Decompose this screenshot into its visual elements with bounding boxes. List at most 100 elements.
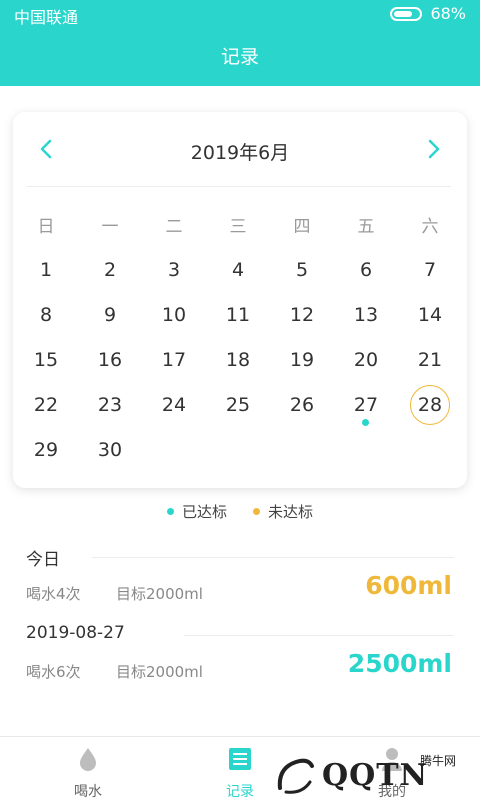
legend-reached-label: 已达标 [181, 502, 227, 521]
calendar-day[interactable]: 27 [334, 382, 398, 427]
calendar-day-number: 7 [423, 258, 437, 281]
tab-drink-water[interactable]: 喝水 [28, 737, 148, 800]
weekday-label: 六 [421, 217, 439, 237]
calendar-day-number: 11 [225, 303, 251, 326]
calendar-month-title: 2019年6月 [190, 142, 290, 164]
calendar-day[interactable]: 2 [78, 247, 142, 292]
calendar-day[interactable]: 29 [14, 427, 78, 472]
calendar-day-number: 15 [33, 348, 59, 371]
calendar-day-number: 18 [225, 348, 251, 371]
calendar-day[interactable]: 18 [206, 337, 270, 382]
record-divider [92, 557, 454, 558]
calendar-week-row: 22 23 24 25 26 27 28 [14, 382, 462, 427]
calendar-day-number: 21 [417, 348, 443, 371]
calendar-day[interactable]: 7 [398, 247, 462, 292]
calendar-day[interactable]: 15 [14, 337, 78, 382]
calendar-day[interactable]: 25 [206, 382, 270, 427]
calendar-day-number: 5 [295, 258, 309, 281]
watermark-logo: QQTN 腾牛网 [272, 746, 480, 800]
calendar-day[interactable]: 28 [398, 382, 462, 427]
record-title: 今日 [26, 550, 60, 570]
calendar-day[interactable]: 14 [398, 292, 462, 337]
calendar-day-number: 2 [103, 258, 117, 281]
calendar-day[interactable]: 16 [78, 337, 142, 382]
calendar-day[interactable]: 17 [142, 337, 206, 382]
battery-icon [390, 6, 423, 21]
calendar-header: 2019年6月 [13, 112, 467, 186]
calendar-empty-cell [270, 427, 334, 472]
calendar-legend: 已达标 未达标 [0, 500, 480, 522]
app-header: 中国联通 68% 记录 [0, 0, 480, 86]
not-reached-dot-icon [253, 507, 260, 515]
calendar-day-number: 3 [167, 258, 181, 281]
calendar-day[interactable]: 22 [14, 382, 78, 427]
calendar-day-number: 16 [97, 348, 123, 371]
calendar-week-row: 29 30 [14, 427, 462, 472]
calendar-day[interactable]: 26 [270, 382, 334, 427]
calendar-day[interactable]: 9 [78, 292, 142, 337]
weekday-label: 四 [293, 217, 311, 237]
calendar-day-number: 1 [39, 258, 53, 281]
calendar-day-number: 24 [161, 393, 187, 416]
calendar-day-number: 29 [33, 438, 59, 461]
record-amount: 600ml [365, 571, 452, 600]
calendar-day[interactable]: 6 [334, 247, 398, 292]
weekday-label: 五 [357, 217, 375, 237]
calendar-day[interactable]: 1 [14, 247, 78, 292]
water-drop-icon [75, 746, 101, 772]
chevron-right-icon [428, 139, 440, 159]
calendar-empty-cell [398, 427, 462, 472]
calendar-day[interactable]: 23 [78, 382, 142, 427]
calendar-day[interactable]: 19 [270, 337, 334, 382]
reached-dot-icon [362, 419, 369, 426]
next-month-button[interactable] [417, 132, 451, 166]
calendar-day-number: 25 [225, 393, 251, 416]
calendar-day[interactable]: 11 [206, 292, 270, 337]
calendar-day-number: 6 [359, 258, 373, 281]
calendar-day[interactable]: 12 [270, 292, 334, 337]
calendar-day[interactable]: 20 [334, 337, 398, 382]
battery-status: 68% [390, 4, 466, 23]
page-title: 记录 [220, 46, 259, 68]
calendar-grid: 日 一 二 三 四 五 六 1 2 3 4 5 6 7 8 9 10 11 12 13 14 15 16 17 1… [14, 202, 462, 472]
weekday-label: 一 [101, 217, 119, 237]
calendar-week-row: 1 2 3 4 5 6 7 [14, 247, 462, 292]
record-title: 2019-08-27 [26, 623, 125, 643]
record-drink-count: 喝水6次 [26, 663, 81, 681]
legend-not-reached-label: 未达标 [268, 502, 314, 521]
tab-label: 喝水 [74, 784, 102, 800]
calendar-day[interactable]: 3 [142, 247, 206, 292]
calendar-day[interactable]: 5 [270, 247, 334, 292]
calendar-day-number: 17 [161, 348, 187, 371]
record-target: 目标2000ml [116, 585, 203, 603]
weekday-row: 日 一 二 三 四 五 六 [14, 202, 462, 247]
watermark-swirl-icon [277, 758, 314, 794]
calendar-week-row: 15 16 17 18 19 20 21 [14, 337, 462, 382]
calendar-day-number: 12 [289, 303, 315, 326]
weekday-label: 日 [37, 217, 55, 237]
record-amount: 2500ml [347, 649, 452, 678]
calendar-day[interactable]: 30 [78, 427, 142, 472]
calendar-day-number: 14 [417, 303, 443, 326]
calendar-empty-cell [206, 427, 270, 472]
legend-not-reached: 未达标 [253, 500, 313, 522]
calendar-day[interactable]: 13 [334, 292, 398, 337]
calendar-day[interactable]: 21 [398, 337, 462, 382]
calendar-day-number: 13 [353, 303, 379, 326]
watermark-text: QQTN [322, 758, 429, 793]
calendar-day-number: 19 [289, 348, 315, 371]
calendar-day[interactable]: 10 [142, 292, 206, 337]
calendar-day-number: 22 [33, 393, 59, 416]
calendar-day-number: 10 [161, 303, 187, 326]
legend-reached: 已达标 [166, 500, 227, 522]
calendar-day[interactable]: 8 [14, 292, 78, 337]
record-item-today[interactable]: 今日 喝水4次 目标2000ml 600ml [26, 545, 454, 625]
calendar-day-number: 9 [103, 303, 117, 326]
record-item-date[interactable]: 2019-08-27 喝水6次 目标2000ml 2500ml [26, 623, 454, 703]
calendar-empty-cell [142, 427, 206, 472]
calendar-day[interactable]: 24 [142, 382, 206, 427]
calendar-day-number: 20 [353, 348, 379, 371]
calendar-day[interactable]: 4 [206, 247, 270, 292]
record-drink-count: 喝水4次 [26, 585, 81, 603]
calendar-day-number: 8 [39, 303, 53, 326]
